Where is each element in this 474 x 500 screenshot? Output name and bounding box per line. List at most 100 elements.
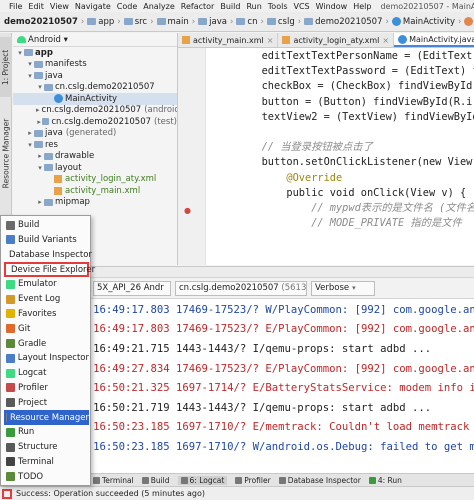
database-inspector-tool-button[interactable]: Database Inspector (278, 476, 361, 485)
menu-item-favorites[interactable]: Favorites (4, 307, 89, 321)
tab-activity-main-xml[interactable]: activity_main.xml × (178, 33, 279, 47)
menu-item-gradle[interactable]: Gradle (4, 336, 89, 350)
profiler-tool-button[interactable]: Profiler (235, 476, 271, 485)
expand-arrow-icon[interactable]: ▾ (16, 49, 24, 57)
menu-item-structure[interactable]: Structure (4, 440, 89, 454)
tool-windows-toggle-icon[interactable] (2, 488, 12, 499)
menu-item-device-file-explorer[interactable]: Device File Explorer (4, 262, 95, 277)
menu-refactor[interactable]: Refactor (178, 2, 218, 11)
tree-item[interactable]: MainActivity (13, 93, 177, 105)
breadcrumb-java[interactable]: java (196, 17, 229, 27)
code-line: editTextTextPersonName = (EditText) (212, 50, 474, 62)
menu-item-build-variants[interactable]: Build Variants (4, 233, 89, 247)
breadcrumb-main[interactable]: main (155, 17, 191, 27)
code-line: textView2 = (TextView) findViewById (212, 110, 474, 123)
menu-code[interactable]: Code (114, 2, 140, 11)
tree-item-label: MainActivity (65, 93, 118, 104)
menu-item-label: Run (18, 427, 35, 438)
logcat-tool-button[interactable]: 6: Logcat (177, 475, 228, 485)
menu-edit[interactable]: Edit (25, 2, 47, 11)
tree-item[interactable]: ▾ layout (13, 162, 177, 174)
folder-icon (34, 141, 43, 149)
tree-item[interactable]: ▾ res (13, 139, 177, 151)
menu-file[interactable]: File (6, 2, 25, 11)
tool-windows-popup: Build Build Variants Database Inspector Dev… (0, 215, 95, 486)
breadcrumb-app[interactable]: app (85, 17, 116, 27)
tree-item[interactable]: ▸cn.cslg.demo20210507(androidTest) (13, 105, 177, 117)
breadcrumb-package[interactable]: demo20210507 (302, 17, 384, 27)
menu-help[interactable]: Help (350, 2, 374, 11)
expand-arrow-icon[interactable]: ▸ (36, 106, 40, 114)
menu-tools[interactable]: Tools (265, 2, 291, 11)
menu-window[interactable]: Window (313, 2, 351, 11)
process-select[interactable]: cn.cslg.demo20210507 (5613)▾ (175, 280, 307, 296)
tree-item[interactable]: ▸ mipmap (13, 197, 177, 209)
breadcrumb-class[interactable]: MainActivity (390, 17, 457, 27)
chevron-down-icon: ▾ (352, 284, 356, 292)
menu-vcs[interactable]: VCS (291, 2, 313, 11)
git-icon (6, 324, 15, 334)
menu-item-emulator[interactable]: Emulator (4, 277, 89, 291)
menu-item-run[interactable]: Run (4, 425, 89, 439)
close-icon[interactable]: × (382, 36, 389, 45)
menu-item-layout-inspector[interactable]: Layout Inspector (4, 351, 89, 365)
tree-item[interactable]: ▸ cn.cslg.demo20210507 (test) (13, 116, 177, 128)
expand-arrow-icon[interactable]: ▸ (36, 152, 44, 160)
tree-item[interactable]: ▾ cn.cslg.demo20210507 (13, 82, 177, 94)
menu-item-label: Git (18, 323, 31, 334)
menu-item-event-log[interactable]: Event Log (4, 292, 89, 306)
tree-item-label: mipmap (55, 197, 90, 208)
menu-item-database-inspector[interactable]: Database Inspector (4, 248, 92, 262)
device-select[interactable]: 5X_API_26 Andr (93, 280, 171, 296)
tree-item[interactable]: ▸ java (generated) (13, 128, 177, 140)
menu-item-git[interactable]: Git (4, 322, 89, 336)
breadcrumb-cslg[interactable]: cslg (265, 17, 297, 27)
close-icon[interactable]: × (267, 36, 274, 45)
expand-arrow-icon[interactable]: ▸ (36, 198, 44, 206)
expand-arrow-icon[interactable]: ▸ (26, 129, 34, 137)
project-tool-tab[interactable]: 1: Project (0, 37, 12, 97)
breadcrumb-project[interactable]: demo20210507 (0, 17, 80, 27)
run-tool-button[interactable]: 4: Run (368, 476, 402, 485)
terminal-tool-button[interactable]: Terminal (93, 476, 134, 485)
menu-item-project[interactable]: Project (4, 396, 89, 410)
tree-item-label: activity_login_aty.xml (65, 174, 157, 185)
emulator-icon (6, 279, 15, 289)
build-tool-button[interactable]: Build (141, 476, 170, 485)
breadcrumb-method[interactable]: onCr (462, 17, 474, 27)
breadcrumb-src[interactable]: src (122, 17, 149, 27)
expand-arrow-icon[interactable]: ▾ (26, 72, 34, 80)
menu-item-terminal[interactable]: Terminal (4, 455, 89, 469)
log-level-select[interactable]: Verbose ▾ (311, 280, 375, 296)
folder-icon (304, 18, 314, 25)
resource-manager-tool-tab[interactable]: Resource Manager (0, 103, 12, 203)
code-editor[interactable]: ● editTextTextPersonName = (EditText) ed… (178, 48, 474, 265)
menu-item-todo[interactable]: TODO (4, 470, 89, 484)
tree-item[interactable]: ▾ manifests (13, 59, 177, 71)
tree-item[interactable]: activity_main.xml (13, 185, 177, 197)
expand-arrow-icon[interactable]: ▾ (36, 83, 44, 91)
menu-item-build[interactable]: Build (4, 218, 89, 232)
expand-arrow-icon[interactable]: ▾ (36, 164, 44, 172)
tree-item[interactable]: ▸ drawable (13, 151, 177, 163)
expand-arrow-icon[interactable]: ▾ (26, 60, 34, 68)
menu-item-profiler[interactable]: Profiler (4, 381, 89, 395)
menu-build[interactable]: Build (217, 2, 243, 11)
menu-analyze[interactable]: Analyze (140, 2, 178, 11)
menu-view[interactable]: View (47, 2, 72, 11)
class-icon (54, 94, 63, 104)
menu-navigate[interactable]: Navigate (72, 2, 114, 11)
tree-item[interactable]: activity_login_aty.xml (13, 174, 177, 186)
tree-item[interactable]: ▾ app (13, 47, 177, 59)
terminal-icon (6, 457, 15, 467)
tab-activity-login-aty-xml[interactable]: activity_login_aty.xml × (278, 33, 395, 47)
menu-item-logcat[interactable]: Logcat (4, 366, 89, 380)
override-gutter-icon[interactable]: ● (184, 206, 191, 215)
tree-item[interactable]: ▾ java (13, 70, 177, 82)
menu-run[interactable]: Run (243, 2, 264, 11)
expand-arrow-icon[interactable]: ▾ (26, 141, 34, 149)
project-view-selector[interactable]: Android ▾ (13, 33, 177, 47)
breadcrumb-cn[interactable]: cn (234, 17, 259, 27)
menu-item-resource-manager[interactable]: Resource Manager (4, 410, 89, 425)
tab-mainactivity-java[interactable]: MainActivity.java× (394, 33, 474, 47)
